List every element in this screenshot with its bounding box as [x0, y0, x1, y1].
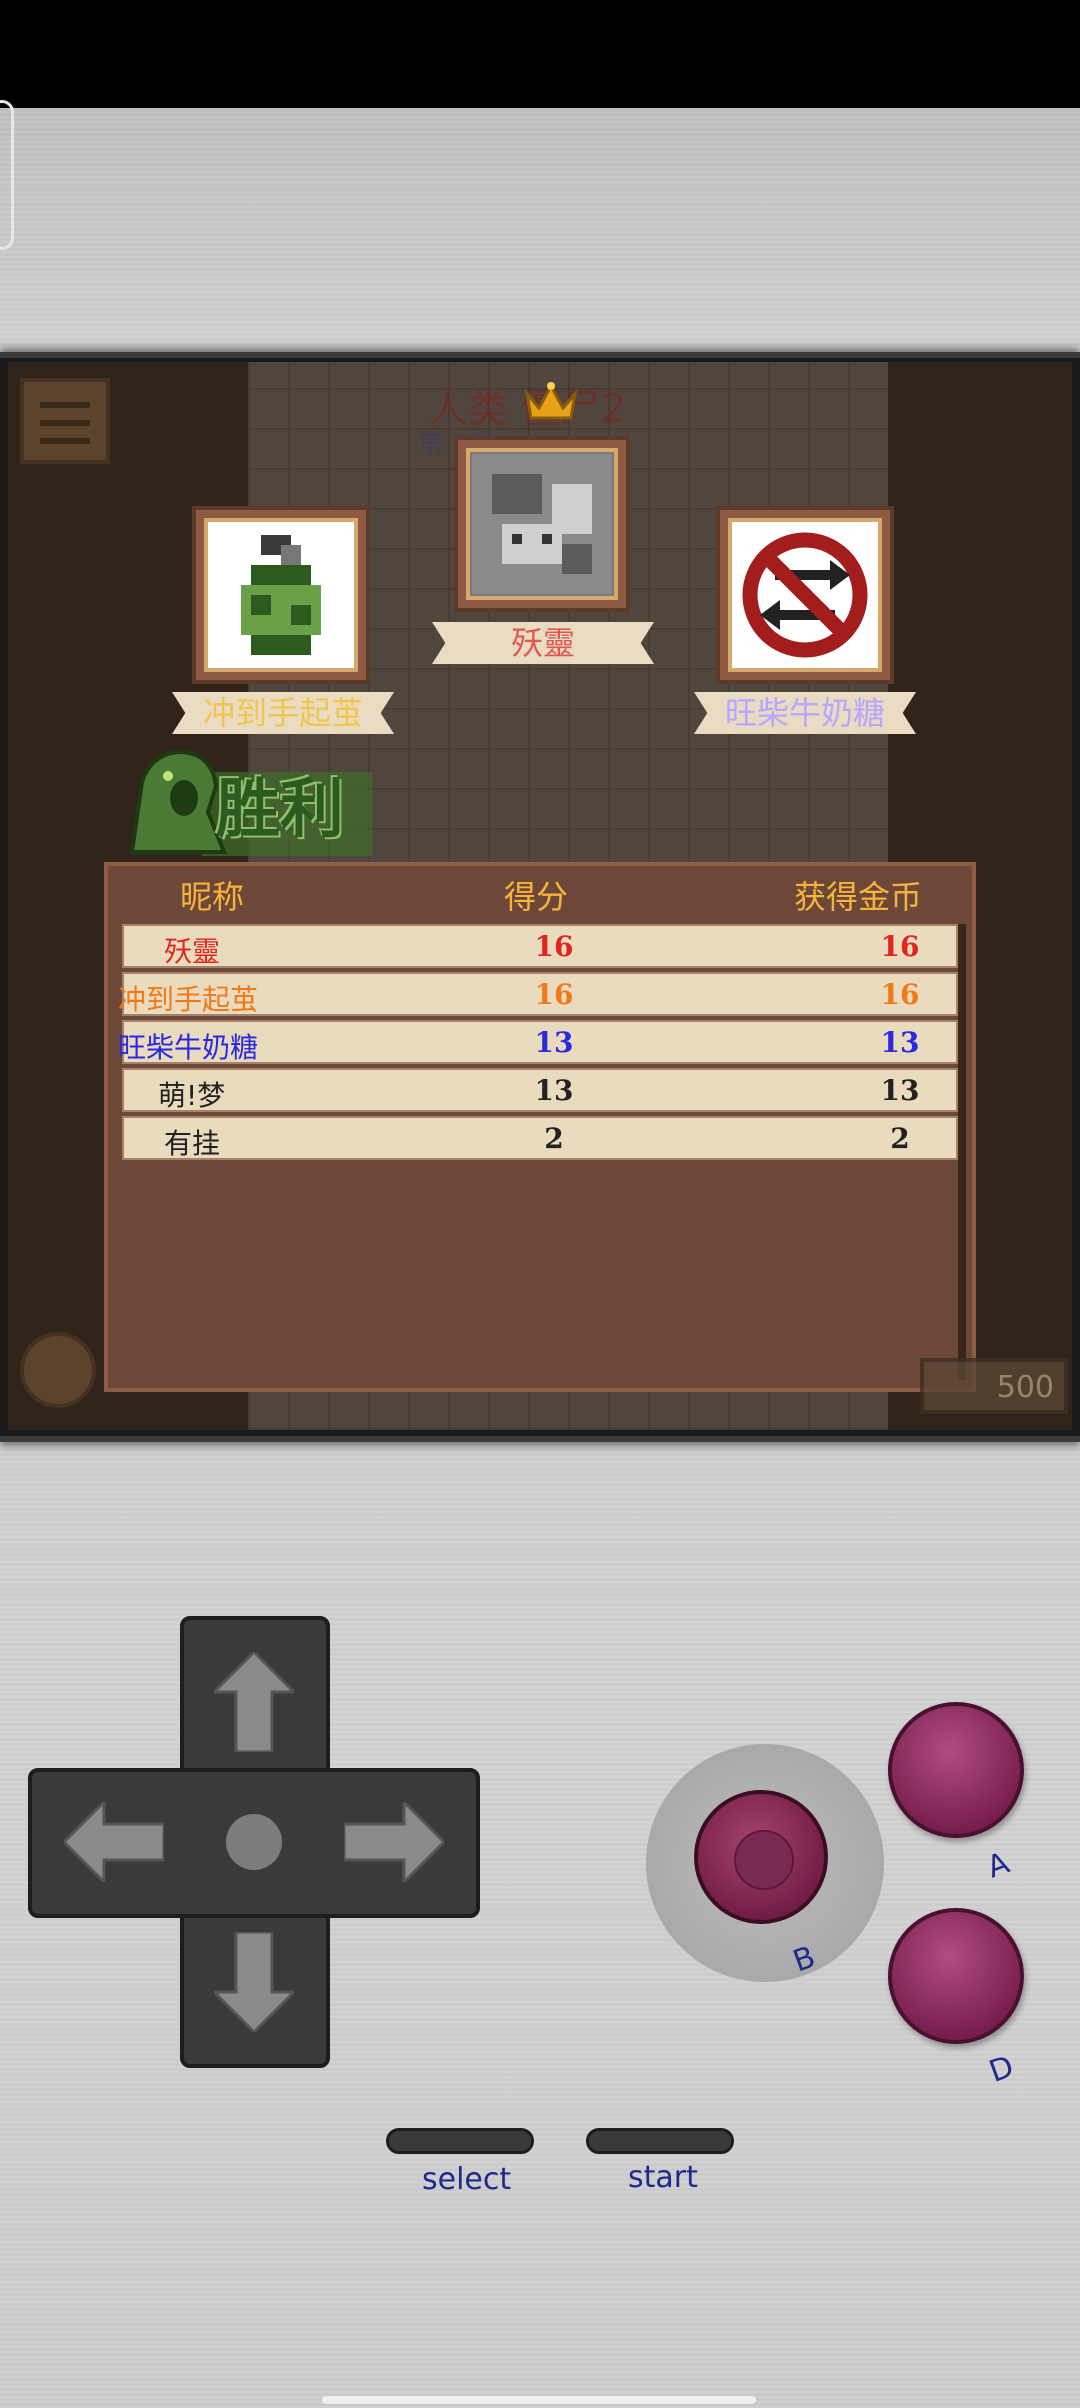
player-gold: 16: [880, 978, 920, 1011]
player-gold: 16: [880, 930, 920, 963]
player-score: 13: [534, 1074, 574, 1107]
victory-label: 胜利: [216, 773, 344, 847]
table-row: 有挂 2 2: [122, 1116, 958, 1160]
player-name: 萌!梦: [158, 1079, 226, 1112]
a-button[interactable]: [888, 1702, 1024, 1838]
arrow-left-icon[interactable]: [64, 1802, 164, 1882]
arrow-down-icon[interactable]: [214, 1932, 294, 2032]
player-name: 有挂: [164, 1127, 221, 1160]
table-row: 殀靈 16 16: [122, 924, 958, 968]
player-name: 冲到手起茧: [118, 983, 259, 1016]
status-bar: [0, 0, 1080, 108]
ghost-avatar-icon: [472, 454, 612, 594]
table-row: 旺柴牛奶糖 13 13: [118, 1020, 958, 1064]
player-score: 16: [534, 978, 574, 1011]
select-button[interactable]: [386, 2128, 534, 2154]
start-button[interactable]: [586, 2128, 734, 2154]
home-indicator[interactable]: [322, 2396, 756, 2404]
player-gold: 2: [890, 1122, 910, 1155]
no-swap-avatar-icon: [742, 532, 868, 658]
coin-counter: 500: [920, 1358, 1068, 1414]
third-place-portrait: [716, 506, 894, 684]
menu-button[interactable]: [20, 378, 110, 464]
player-name: 殀靈: [164, 935, 221, 968]
arrow-right-icon[interactable]: [344, 1802, 444, 1882]
player-gold: 13: [880, 1026, 920, 1059]
game-screen: 人类 僵尸2 第 5局 殀靈: [8, 362, 1072, 1430]
table-row: 冲到手起茧 16 16: [118, 972, 958, 1016]
header-name: 昵称: [180, 878, 245, 916]
select-label: select: [422, 2162, 512, 2197]
crown-icon: [524, 382, 578, 420]
dpad-center: [226, 1814, 282, 1870]
second-place-name: 冲到手起茧: [172, 692, 394, 734]
d-button[interactable]: [888, 1908, 1024, 2044]
scrollbar[interactable]: [958, 924, 966, 1380]
arrow-up-icon[interactable]: [214, 1652, 294, 1752]
header-score: 得分: [504, 878, 569, 916]
third-place-name: 旺柴牛奶糖: [694, 692, 916, 734]
first-place-portrait: [454, 436, 630, 612]
dpad[interactable]: [28, 1616, 480, 2068]
table-row: 萌!梦 13 13: [122, 1068, 958, 1112]
side-edge: [0, 100, 14, 250]
player-score: 2: [544, 1122, 564, 1155]
player-score: 13: [534, 1026, 574, 1059]
player-gold: 13: [880, 1074, 920, 1107]
player-score: 16: [534, 930, 574, 963]
score-table: 昵称 得分 获得金币 殀靈 16 16 冲到手起茧 16 16 旺柴牛奶糖 13 13 萌!梦 13…: [104, 862, 976, 1392]
b-button-joystick[interactable]: [694, 1790, 828, 1924]
chat-button[interactable]: [20, 1332, 96, 1408]
second-place-portrait: [192, 506, 370, 684]
start-label: start: [628, 2160, 698, 2195]
player-name: 旺柴牛奶糖: [118, 1031, 259, 1064]
header-gold: 获得金币: [794, 878, 923, 916]
grenade-avatar-icon: [241, 535, 321, 655]
score-rows: 殀靈 16 16 冲到手起茧 16 16 旺柴牛奶糖 13 13 萌!梦 13 13 有挂 2 2: [118, 924, 958, 1164]
first-place-name: 殀靈: [432, 622, 654, 664]
